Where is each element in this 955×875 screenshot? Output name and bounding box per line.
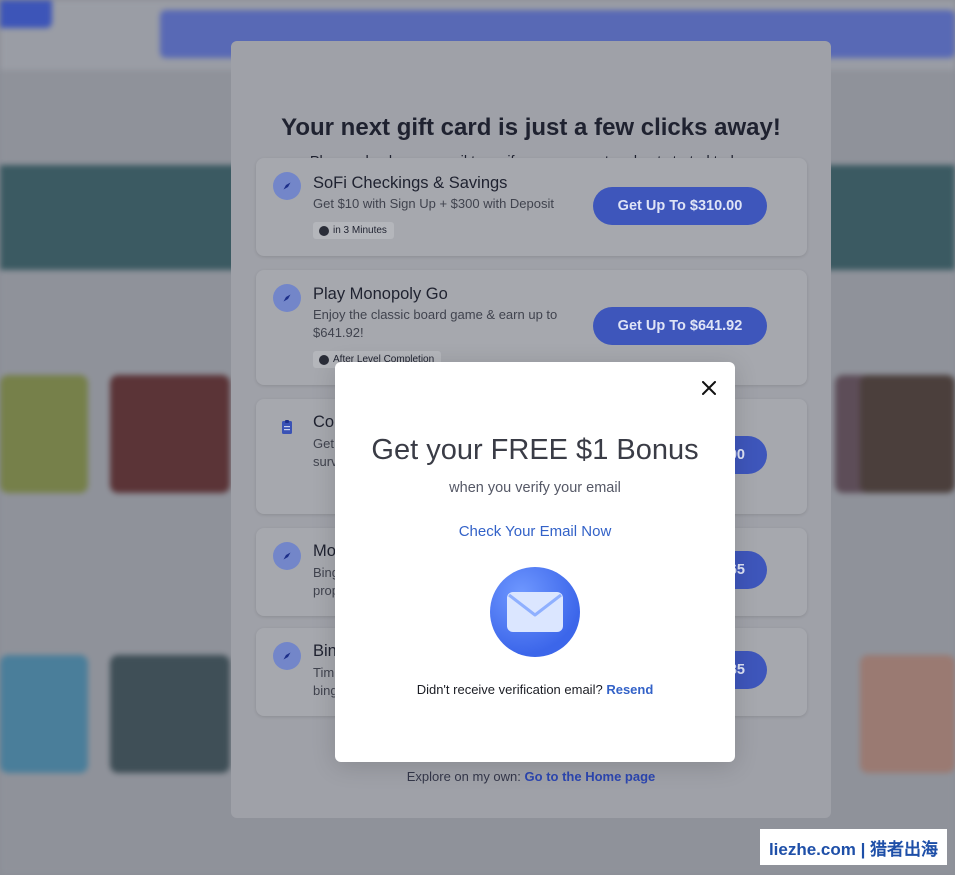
onboarding-footer: Explore on my own: Go to the Home page (406, 769, 656, 784)
offer-cta-button[interactable]: Get Up To $641.92 (593, 307, 767, 345)
envelope-icon (490, 567, 580, 657)
verify-email-modal: Get your FREE $1 Bonus when you verify y… (335, 362, 735, 762)
compass-icon (273, 172, 301, 200)
compass-icon (273, 542, 301, 570)
offer-title: Play Monopoly Go (313, 285, 448, 303)
background-logo (0, 0, 52, 28)
bonus-subtitle: when you verify your email (449, 480, 621, 496)
offer-card[interactable]: SoFi Checkings & Savings Get $10 with Si… (256, 158, 807, 256)
background-game-tile (110, 375, 230, 493)
home-page-link[interactable]: Go to the Home page (525, 769, 656, 784)
check-email-link[interactable]: Check Your Email Now (335, 523, 735, 540)
background-game-tile (110, 655, 230, 773)
trophy-icon (319, 355, 329, 365)
offer-cta-button[interactable]: Get Up To $310.00 (593, 187, 767, 225)
compass-icon (273, 284, 301, 312)
close-icon[interactable] (697, 376, 721, 400)
clipboard-icon (273, 413, 301, 441)
offer-title: Mo (313, 542, 336, 560)
clock-icon (319, 226, 329, 236)
compass-icon (273, 642, 301, 670)
background-game-tile (0, 655, 88, 773)
offer-title: Bin (313, 642, 337, 660)
background-game-tile (860, 375, 955, 493)
resend-link[interactable]: Resend (606, 682, 653, 697)
onboarding-title: Your next gift card is just a few clicks… (281, 114, 781, 141)
background-game-tile (0, 375, 88, 493)
offer-title: SoFi Checkings & Savings (313, 174, 508, 192)
resend-line: Didn't receive verification email? Resen… (416, 682, 654, 697)
background-game-tile (860, 655, 955, 773)
offer-tag: in 3 Minutes (313, 222, 394, 239)
offer-description: Enjoy the classic board game & earn up t… (313, 307, 558, 340)
offer-title: Co (313, 413, 335, 431)
watermark: liezhe.com | 猎者出海 (760, 829, 947, 865)
offer-description: Get $10 with Sign Up + $300 with Deposit (313, 196, 555, 211)
bonus-title: Get your FREE $1 Bonus (371, 434, 699, 466)
